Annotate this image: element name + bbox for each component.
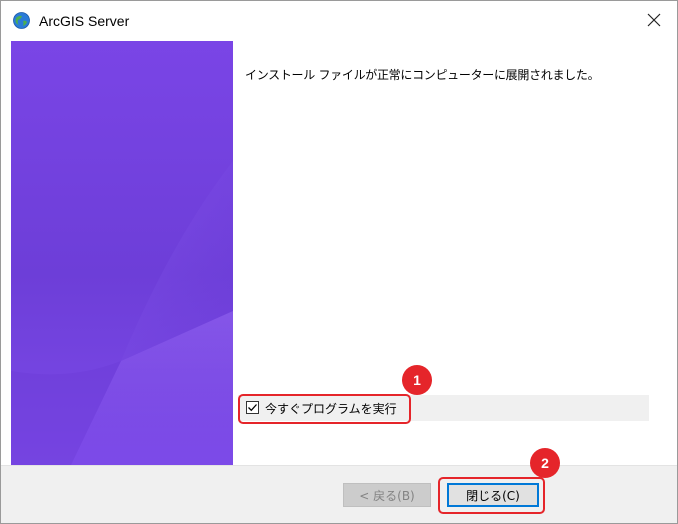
installer-window: ArcGIS Server インストール ファイルが正常にコンピューターに展開さ… bbox=[0, 0, 678, 524]
status-message: インストール ファイルが正常にコンピューターに展開されました。 bbox=[245, 68, 600, 82]
globe-icon bbox=[13, 12, 30, 29]
step-marker-1: 1 bbox=[402, 365, 432, 395]
button-bar: < 戻る(B) 閉じる(C) bbox=[1, 465, 677, 523]
highlight-box-run-option bbox=[238, 394, 411, 424]
window-title: ArcGIS Server bbox=[39, 13, 130, 29]
window-close-button[interactable] bbox=[631, 1, 677, 39]
side-banner bbox=[11, 41, 233, 465]
close-icon bbox=[647, 13, 661, 27]
title-bar: ArcGIS Server bbox=[1, 1, 677, 39]
step-marker-2: 2 bbox=[530, 448, 560, 478]
back-button[interactable]: < 戻る(B) bbox=[343, 483, 431, 507]
highlight-box-close-button bbox=[438, 477, 545, 514]
